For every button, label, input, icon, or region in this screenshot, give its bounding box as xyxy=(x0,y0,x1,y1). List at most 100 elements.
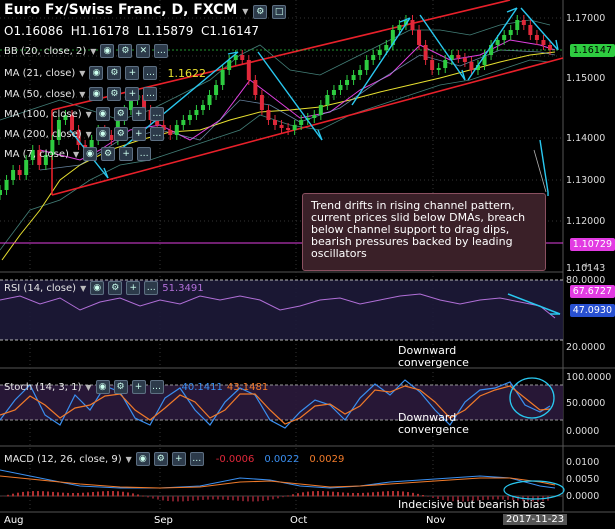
settings-icon[interactable]: ⚙ xyxy=(118,44,133,58)
macd-hist-bar xyxy=(67,492,69,497)
indicator-ma50[interactable]: MA (50, close) ▼ ◉ ⚙ +… xyxy=(4,86,158,102)
add-icon[interactable]: + xyxy=(131,107,146,121)
settings-icon[interactable]: ⚙ xyxy=(113,380,128,394)
macd-hist-bar xyxy=(17,492,19,497)
add-icon[interactable]: + xyxy=(125,66,140,80)
chevron-down-icon[interactable]: ▼ xyxy=(80,284,86,293)
square-icon[interactable]: □ xyxy=(272,5,287,19)
price-tick: 1.17000 xyxy=(566,13,606,24)
macd-hist-bar xyxy=(122,491,124,497)
annotation-note[interactable]: Trend drifts in rising channel pattern, … xyxy=(302,193,546,271)
current-price-badge: 1.16147 xyxy=(569,44,615,57)
candle-body xyxy=(273,120,277,125)
more-icon[interactable]: … xyxy=(137,147,152,161)
symbol-title[interactable]: Euro Fx/Swiss Franc, D, FXCM xyxy=(4,2,237,18)
chevron-down-icon[interactable]: ▼ xyxy=(126,455,132,464)
macd-hist-bar xyxy=(152,496,154,499)
candle-body xyxy=(541,40,546,45)
rsi-annotation: Downward convergence xyxy=(398,344,469,369)
candle-body xyxy=(338,85,343,90)
indicator-bb[interactable]: BB (20, close, 2) ▼ ◉ ⚙ ✕… xyxy=(4,43,169,59)
price-tick: 1.13000 xyxy=(566,175,606,186)
eye-icon[interactable]: ◉ xyxy=(135,452,150,466)
candle-body xyxy=(200,105,205,110)
macd-hist-bar xyxy=(42,491,44,497)
eye-icon[interactable]: ◉ xyxy=(90,281,105,295)
indicator-ma21[interactable]: MA (21, close) ▼ ◉ ⚙ +… 1.1622 xyxy=(4,65,206,81)
indicator-stoch[interactable]: Stoch (14, 3, 1) ▼ ◉ ⚙ +… 40.1411 43.1481 xyxy=(4,379,268,395)
eye-icon[interactable]: ◉ xyxy=(89,87,104,101)
macd-hist-bar xyxy=(347,492,349,497)
indicator-ma200[interactable]: MA (200, close) ▼ ◉ ⚙ +… xyxy=(4,126,164,142)
macd-hist-bar xyxy=(92,492,94,497)
close-icon[interactable]: ✕ xyxy=(136,44,151,58)
more-icon[interactable]: … xyxy=(149,127,164,141)
eye-icon[interactable]: ◉ xyxy=(100,44,115,58)
settings-icon[interactable]: ⚙ xyxy=(101,147,116,161)
macd-hist-bar xyxy=(372,492,374,497)
candle-body xyxy=(11,170,16,180)
macd-tick: 0.0100 xyxy=(566,457,600,468)
candle-body xyxy=(312,115,317,118)
add-icon[interactable]: + xyxy=(119,147,134,161)
more-icon[interactable]: … xyxy=(143,66,158,80)
chevron-down-icon[interactable]: ▼ xyxy=(86,110,92,119)
indicator-ma100[interactable]: MA (100, close) ▼ ◉ ⚙ +… xyxy=(4,106,164,122)
macd-hist-bar xyxy=(367,492,369,497)
candle-body xyxy=(410,20,415,30)
more-icon[interactable]: … xyxy=(149,107,164,121)
settings-icon[interactable]: ⚙ xyxy=(107,87,122,101)
candle-body xyxy=(423,45,428,60)
settings-icon[interactable]: ⚙ xyxy=(253,5,268,19)
more-icon[interactable]: … xyxy=(154,44,169,58)
macd-hist-bar xyxy=(162,496,164,501)
add-icon[interactable]: + xyxy=(171,452,186,466)
chevron-down-icon[interactable]: ▼ xyxy=(73,150,79,159)
chevron-down-icon[interactable]: ▼ xyxy=(79,90,85,99)
candle-body xyxy=(331,90,336,95)
add-icon[interactable]: + xyxy=(126,281,141,295)
macd-hist-bar xyxy=(222,496,224,500)
settings-icon[interactable]: ⚙ xyxy=(153,452,168,466)
rsi-tick: 20.0000 xyxy=(566,342,606,353)
candle-body xyxy=(266,110,271,120)
candle-body xyxy=(207,95,212,105)
chevron-down-icon[interactable]: ▼ xyxy=(86,130,92,139)
more-icon[interactable]: … xyxy=(189,452,204,466)
macd-hist-bar xyxy=(212,496,214,500)
indicator-rsi[interactable]: RSI (14, close) ▼ ◉ ⚙ +… 51.3491 xyxy=(4,280,204,296)
chevron-down-icon[interactable]: ▼ xyxy=(79,69,85,78)
eye-icon[interactable]: ◉ xyxy=(95,127,110,141)
candle-body xyxy=(436,68,441,70)
chart-title[interactable]: Euro Fx/Swiss Franc, D, FXCM ▼ ⚙ □ xyxy=(4,2,287,19)
more-icon[interactable]: … xyxy=(144,281,159,295)
eye-icon[interactable]: ◉ xyxy=(89,66,104,80)
chevron-down-icon[interactable]: ▼ xyxy=(85,383,91,392)
settings-icon[interactable]: ⚙ xyxy=(113,107,128,121)
macd-hist-bar xyxy=(292,494,294,497)
macd-hist-bar xyxy=(57,492,59,497)
add-scale-icon[interactable]: + xyxy=(582,261,590,272)
macd-hist-bar xyxy=(287,495,289,497)
candle-body xyxy=(462,58,467,62)
macd-hist-bar xyxy=(377,491,379,497)
chevron-down-icon[interactable]: ▼ xyxy=(242,7,248,16)
settings-icon[interactable]: ⚙ xyxy=(107,66,122,80)
candle-body xyxy=(456,55,461,58)
indicator-ma7[interactable]: MA (7, close) ▼ ◉ ⚙ +… xyxy=(4,146,152,162)
eye-icon[interactable]: ◉ xyxy=(95,107,110,121)
settings-icon[interactable]: ⚙ xyxy=(108,281,123,295)
macd-hist-bar xyxy=(387,491,389,497)
macd-hist-bar xyxy=(47,491,49,497)
more-icon[interactable]: … xyxy=(149,380,164,394)
add-icon[interactable]: + xyxy=(131,380,146,394)
eye-icon[interactable]: ◉ xyxy=(95,380,110,394)
add-icon[interactable]: + xyxy=(125,87,140,101)
chevron-down-icon[interactable]: ▼ xyxy=(90,47,96,56)
eye-icon[interactable]: ◉ xyxy=(83,147,98,161)
macd-hist-bar xyxy=(302,492,304,497)
indicator-macd[interactable]: MACD (12, 26, close, 9) ▼ ◉ ⚙ +… -0.0006 0.… xyxy=(4,451,344,467)
settings-icon[interactable]: ⚙ xyxy=(113,127,128,141)
add-icon[interactable]: + xyxy=(131,127,146,141)
more-icon[interactable]: … xyxy=(143,87,158,101)
